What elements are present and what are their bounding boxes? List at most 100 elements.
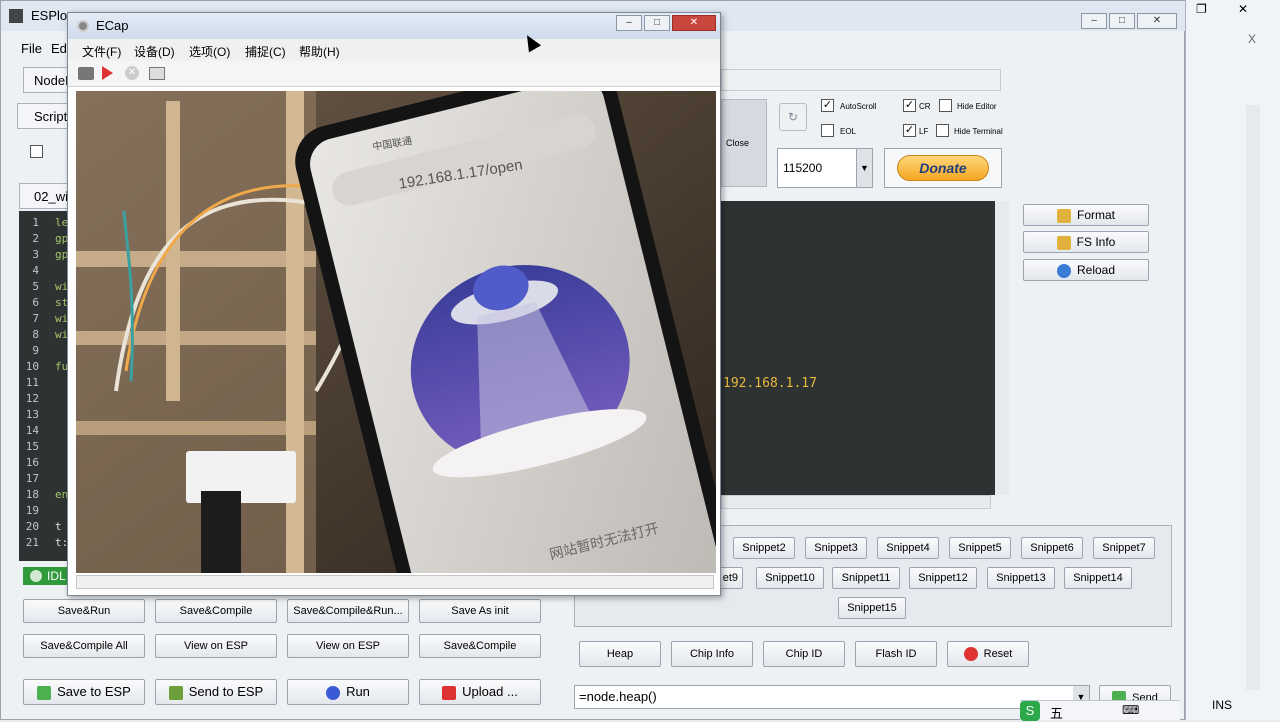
view-on-esp-button-2[interactable]: View on ESP <box>287 634 409 658</box>
ime-toolbar: S 五 ⌨ <box>1020 700 1180 722</box>
line-number: 10 <box>25 360 39 373</box>
hide-terminal-label: Hide Terminal <box>954 127 1003 136</box>
snippet-button[interactable]: Snippet10 <box>756 567 824 589</box>
eol-checkbox[interactable] <box>821 124 834 137</box>
chip-info-button[interactable]: Chip Info <box>671 641 753 667</box>
serial-terminal[interactable] <box>721 201 1009 495</box>
menu-file[interactable]: File <box>21 41 42 56</box>
image-icon[interactable] <box>149 67 165 80</box>
ecap-title: ECap <box>96 18 129 33</box>
ecap-window: ECap – □ ✕ 文件(F) 设备(D) 选项(O) 捕捉(C) 帮助(H)… <box>67 12 721 596</box>
save-compile-all-button[interactable]: Save&Compile All <box>23 634 145 658</box>
baud-select[interactable]: 115200 ▼ <box>777 148 873 188</box>
menu-help[interactable]: 帮助(H) <box>299 43 340 60</box>
hide-editor-label: Hide Editor <box>957 102 997 111</box>
ecap-minimize-button[interactable]: – <box>616 15 642 31</box>
close-icon[interactable]: X <box>1248 32 1256 46</box>
hide-editor-checkbox[interactable] <box>939 99 952 112</box>
format-button[interactable]: Format <box>1023 204 1149 226</box>
close-button[interactable]: ✕ <box>1137 13 1177 29</box>
snippet-button[interactable]: Snippet2 <box>733 537 795 559</box>
view-on-esp-button[interactable]: View on ESP <box>155 634 277 658</box>
port-select[interactable] <box>721 69 1001 91</box>
donate-panel: Donate <box>884 148 1002 188</box>
snippet-button[interactable]: Snippet14 <box>1064 567 1132 589</box>
snippet-button[interactable]: Snippet13 <box>987 567 1055 589</box>
ecap-close-button[interactable]: ✕ <box>672 15 716 31</box>
refresh-icon[interactable]: ↻ <box>779 103 807 131</box>
tab-scripts[interactable]: Script <box>17 103 73 129</box>
save-to-esp-button[interactable]: Save to ESP <box>23 679 145 705</box>
save-compile-button[interactable]: Save&Compile <box>155 599 277 623</box>
menu-edit[interactable]: Ed <box>51 41 67 56</box>
open-close-button[interactable]: Close <box>721 99 767 187</box>
ecap-toolbar: ✕ <box>68 61 720 87</box>
maximize-icon[interactable]: ❐ <box>1196 2 1207 16</box>
donate-button[interactable]: Donate <box>897 155 989 181</box>
save-to-esp-label: Save to ESP <box>57 684 131 699</box>
snippet-button[interactable]: Snippet12 <box>909 567 977 589</box>
run-button[interactable]: Run <box>287 679 409 705</box>
send-to-esp-label: Send to ESP <box>188 684 264 699</box>
snippet-button[interactable]: Snippet11 <box>832 567 900 589</box>
scrollbar[interactable] <box>1246 105 1260 690</box>
code-editor[interactable]: 1 2 3 4 5 6 7 8 9 10 11 12 13 14 15 16 1… <box>19 211 71 561</box>
reset-label: Reset <box>983 648 1013 660</box>
heap-button[interactable]: Heap <box>579 641 661 667</box>
keyboard-icon[interactable]: ⌨ <box>1122 703 1139 717</box>
terminal-hscrollbar[interactable] <box>721 495 991 509</box>
line-number: 13 <box>25 408 39 421</box>
line-number: 8 <box>32 328 39 341</box>
save-compile-run-button[interactable]: Save&Compile&Run... <box>287 599 409 623</box>
menu-capture[interactable]: 捕捉(C) <box>245 43 286 60</box>
stop-icon[interactable]: ✕ <box>125 66 139 80</box>
upload-button[interactable]: Upload ... <box>419 679 541 705</box>
tab-nodemcu[interactable]: NodeM <box>23 67 76 93</box>
line-number: 2 <box>32 232 39 245</box>
ecap-maximize-button[interactable]: □ <box>644 15 670 31</box>
command-input[interactable]: =node.heap() ▼ <box>574 685 1090 709</box>
lf-checkbox[interactable]: ✓ <box>903 124 916 137</box>
editor-checkbox[interactable] <box>30 145 43 158</box>
save-as-init-button[interactable]: Save As init <box>419 599 541 623</box>
chevron-down-icon[interactable]: ▼ <box>856 149 872 187</box>
ime-mode-icon[interactable]: 五 <box>1050 703 1063 722</box>
snippet-button[interactable]: Snippet15 <box>838 597 906 619</box>
line-number: 9 <box>32 344 39 357</box>
snippet-button[interactable]: Snippet3 <box>805 537 867 559</box>
line-number: 15 <box>25 440 39 453</box>
menu-options[interactable]: 选项(O) <box>189 43 230 60</box>
reload-button[interactable]: Reload <box>1023 259 1149 281</box>
menu-file[interactable]: 文件(F) <box>82 43 121 60</box>
camera-feed: 中国联通 192.168.1.17/open 网站暂时无法打开 <box>76 91 716 573</box>
snippet-button[interactable]: Snippet5 <box>949 537 1011 559</box>
save-run-button[interactable]: Save&Run <box>23 599 145 623</box>
status-icon <box>30 570 42 582</box>
reset-button[interactable]: Reset <box>947 641 1029 667</box>
menu-device[interactable]: 设备(D) <box>134 43 175 60</box>
save-compile-button-2[interactable]: Save&Compile <box>419 634 541 658</box>
snippet-button[interactable]: Snippet4 <box>877 537 939 559</box>
fs-info-icon <box>1056 235 1071 250</box>
terminal-scrollbar[interactable] <box>995 201 1009 495</box>
chip-id-button[interactable]: Chip ID <box>763 641 845 667</box>
fs-info-button[interactable]: FS Info <box>1023 231 1149 253</box>
snippet-button[interactable]: Snippet6 <box>1021 537 1083 559</box>
tab-file[interactable]: 02_wi <box>19 183 73 209</box>
flash-id-button[interactable]: Flash ID <box>855 641 937 667</box>
snippet-button[interactable]: Snippet7 <box>1093 537 1155 559</box>
ime-icon[interactable]: S <box>1020 701 1040 721</box>
line-number: 21 <box>25 536 39 549</box>
hide-terminal-checkbox[interactable] <box>936 124 949 137</box>
cr-checkbox[interactable]: ✓ <box>903 99 916 112</box>
maximize-button[interactable]: □ <box>1109 13 1135 29</box>
minimize-button[interactable]: – <box>1081 13 1107 29</box>
ecap-titlebar: ECap – □ ✕ <box>68 13 720 39</box>
line-number: 7 <box>32 312 39 325</box>
line-number: 1 <box>32 216 39 229</box>
close-icon[interactable]: ✕ <box>1238 2 1248 16</box>
send-to-esp-button[interactable]: Send to ESP <box>155 679 277 705</box>
camera-icon[interactable] <box>78 67 94 80</box>
record-icon[interactable] <box>102 66 113 80</box>
autoscroll-checkbox[interactable]: ✓ <box>821 99 834 112</box>
